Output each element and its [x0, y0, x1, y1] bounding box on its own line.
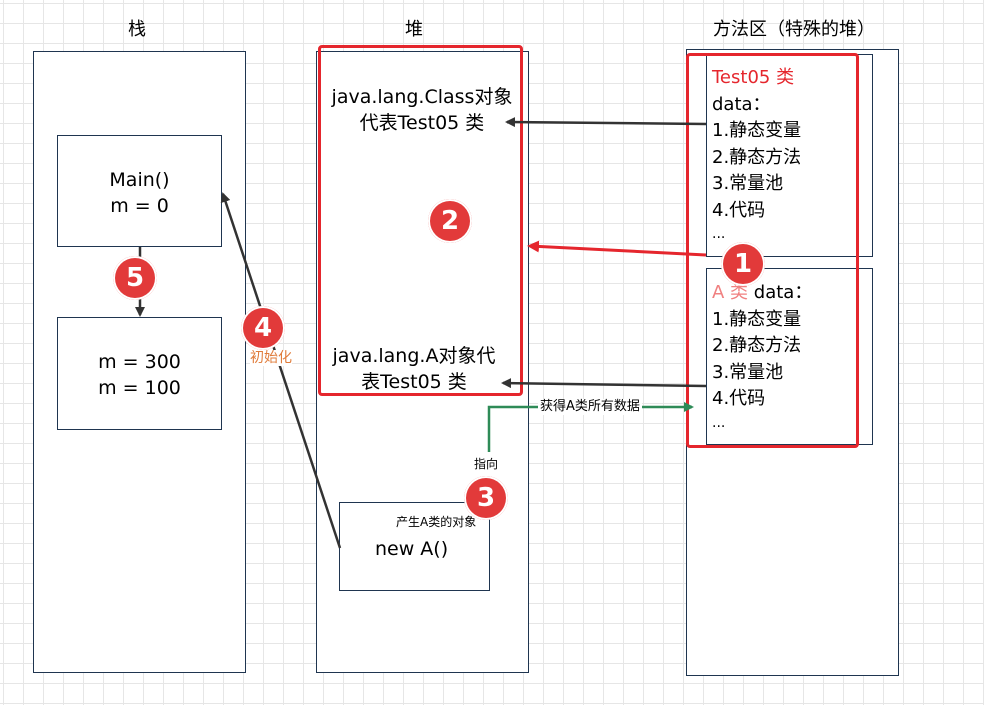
step-badge-2: 2 [428, 199, 472, 243]
arrow-red-load [527, 240, 707, 257]
step-badge-3: 3 [464, 476, 508, 520]
step-badge-5: 5 [113, 256, 157, 300]
arrow-class-object [505, 117, 707, 128]
arrow-init [220, 192, 342, 549]
init-label: 初始化 [250, 350, 292, 366]
pointer-label: 指向 [474, 456, 499, 472]
arrows-layer [135, 117, 707, 549]
get-data-label: 获得A类所有数据 [538, 399, 642, 415]
step-badge-4: 4 [241, 306, 285, 350]
step-badge-1: 1 [721, 242, 765, 286]
arrow-a-object [501, 378, 707, 389]
